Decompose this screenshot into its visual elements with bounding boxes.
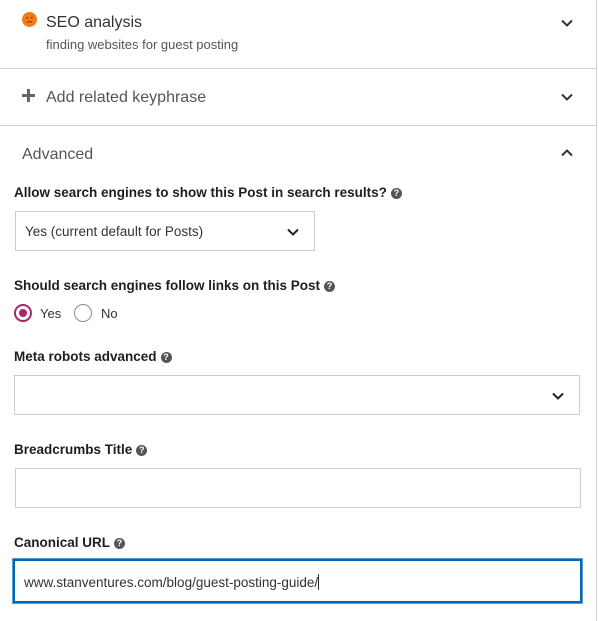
help-icon[interactable]: ? <box>324 281 336 292</box>
search-results-label-text: Allow search engines to show this Post i… <box>14 185 387 200</box>
meta-robots-select[interactable] <box>14 375 580 415</box>
search-results-select[interactable]: Yes (current default for Posts) <box>15 211 315 251</box>
chevron-down-icon[interactable] <box>560 90 574 104</box>
breadcrumbs-title-label-text: Breadcrumbs Title <box>14 442 133 457</box>
add-related-keyphrase-panel[interactable]: Add related keyphrase <box>0 69 597 126</box>
meta-robots-label: Meta robots advanced? <box>14 349 172 364</box>
advanced-title[interactable]: Advanced <box>22 146 93 164</box>
plus-icon <box>22 89 35 103</box>
follow-links-yes-label[interactable]: Yes <box>40 306 61 321</box>
seo-analysis-title: SEO analysis <box>46 14 143 31</box>
search-results-label: Allow search engines to show this Post i… <box>14 185 402 200</box>
help-icon[interactable]: ? <box>114 538 126 549</box>
help-icon[interactable]: ? <box>390 188 402 199</box>
seo-analysis-keyphrase: finding websites for guest posting <box>46 37 239 52</box>
chevron-down-icon <box>552 392 564 400</box>
text-cursor <box>318 574 320 590</box>
chevron-up-icon[interactable] <box>560 146 574 160</box>
meta-robots-label-text: Meta robots advanced <box>14 349 157 364</box>
canonical-url-value: www.stanventures.com/blog/guest-posting-… <box>24 574 320 590</box>
canonical-url-input[interactable]: www.stanventures.com/blog/guest-posting-… <box>13 559 582 603</box>
breadcrumbs-title-label: Breadcrumbs Title? <box>14 442 148 457</box>
add-related-keyphrase-title: Add related keyphrase <box>46 89 207 106</box>
breadcrumbs-title-input[interactable] <box>15 468 581 508</box>
follow-links-no-radio[interactable] <box>74 304 92 322</box>
advanced-panel: Advanced Allow search engines to show th… <box>0 126 597 621</box>
search-results-selected-value: Yes (current default for Posts) <box>25 224 204 239</box>
canonical-url-text: www.stanventures.com/blog/guest-posting-… <box>24 575 319 590</box>
help-icon[interactable]: ? <box>160 352 172 363</box>
follow-links-label-text: Should search engines follow links on th… <box>14 278 321 293</box>
seo-analysis-panel[interactable]: SEO analysis finding websites for guest … <box>0 0 597 69</box>
canonical-url-label-text: Canonical URL <box>14 535 111 550</box>
follow-links-yes-radio[interactable] <box>14 304 32 322</box>
canonical-url-label: Canonical URL? <box>14 535 126 550</box>
chevron-down-icon <box>287 228 299 236</box>
follow-links-no-label[interactable]: No <box>101 306 118 321</box>
follow-links-label: Should search engines follow links on th… <box>14 278 336 293</box>
help-icon[interactable]: ? <box>136 445 148 456</box>
chevron-down-icon[interactable] <box>560 16 574 30</box>
sad-face-icon <box>22 12 37 27</box>
